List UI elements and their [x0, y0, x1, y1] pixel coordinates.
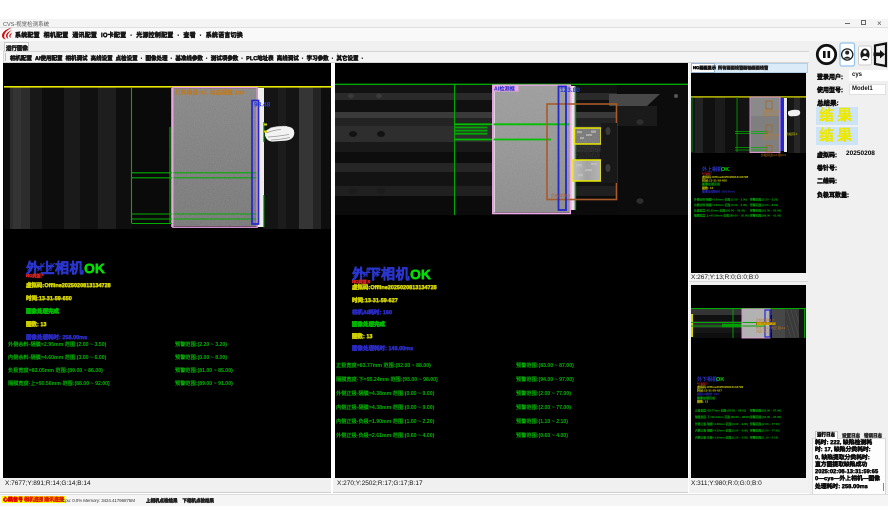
- svg-text:隔膜宽度-上=90.56mm 范围:(88.00 ~ 92.: 隔膜宽度-上=90.56mm 范围:(88.00 ~ 92.00): [694, 214, 749, 218]
- svg-text:预警范围:(83.00 ~ 87.00): 预警范围:(83.00 ~ 87.00): [750, 409, 781, 413]
- svg-text:负极耳数:2: 负极耳数:2: [551, 192, 571, 198]
- svg-text:内侧正极-隔膜=4.38mm 范围:(0.00 ~ 9.00: 内侧正极-隔膜=4.38mm 范围:(0.00 ~ 9.00): [695, 429, 748, 433]
- svg-text:预警范围:(0.00 ~ 8.00): 预警范围:(0.00 ~ 8.00): [750, 203, 778, 207]
- svg-text:负极耳宽4.0 限(3.0: 负极耳宽4.0 限(3.0: [761, 152, 787, 157]
- svg-text:限(3.0~6.0): 限(3.0~6.0): [763, 136, 778, 141]
- svg-text:AI检测框: AI检测框: [494, 85, 516, 93]
- svg-text:预警范围:(2.00 ~ 77.00): 预警范围:(2.00 ~ 77.00): [750, 422, 780, 426]
- svg-text:预警范围:(1.10 ~ 2.10): 预警范围:(1.10 ~ 2.10): [750, 435, 778, 439]
- svg-text:圈数: 13: 圈数: 13: [697, 398, 709, 403]
- svg-text:负极耳:1: 负极耳:1: [786, 131, 798, 136]
- svg-text:隔膜宽度-下=95.24mm 范围:(93.00 ~ 98.: 隔膜宽度-下=95.24mm 范围:(93.00 ~ 98.00): [695, 415, 750, 419]
- svg-text:123.80: 123.80: [560, 87, 580, 94]
- svg-text:OK: OK: [716, 377, 724, 383]
- svg-text:预警范围:(89.00 ~ 91.00): 预警范围:(89.00 ~ 91.00): [750, 214, 781, 218]
- svg-text:内正-负1.9: 内正-负1.9: [756, 329, 771, 334]
- svg-text:图像处理耗时: 258.00ms: 图像处理耗时: 258.00ms: [702, 188, 736, 193]
- svg-text:内侧余料-隔膜=4.60mm 范围:(3.00 ~ 6.00: 内侧余料-隔膜=4.60mm 范围:(3.00 ~ 6.00): [694, 203, 747, 207]
- svg-text:外侧正极-隔膜=4.38mm 范围:(0.00 ~ 9.00: 外侧正极-隔膜=4.38mm 范围:(0.00 ~ 9.00): [694, 422, 748, 426]
- svg-text:正极宽度=83.77mm 范围:(82.00 ~ 88.00: 正极宽度=83.77mm 范围:(82.00 ~ 88.00): [695, 409, 746, 413]
- svg-text:内侧正极-负极=1.90mm 范围:(1.00 ~ 2.20: 内侧正极-负极=1.90mm 范围:(1.00 ~ 2.20): [695, 435, 748, 439]
- svg-text:93.48: 93.48: [254, 102, 271, 109]
- svg-text:预警范围:(2.20 ~ 3.20): 预警范围:(2.20 ~ 3.20): [750, 198, 778, 202]
- svg-text:预警范围:(94.00 ~ 97.00): 预警范围:(94.00 ~ 97.00): [750, 415, 781, 419]
- svg-text:OK: OK: [721, 167, 729, 173]
- svg-text:预警范围:(2.00 ~ 77.00): 预警范围:(2.00 ~ 77.00): [750, 429, 780, 433]
- svg-text:限(3.0~6.0): 限(3.0~6.0): [763, 112, 778, 117]
- svg-text:灯亮阈值:93, 动态阈值:100: 灯亮阈值:93, 动态阈值:100: [175, 89, 245, 97]
- svg-text:预警范围:(81.00 ~ 85.00): 预警范围:(81.00 ~ 85.00): [750, 208, 781, 212]
- svg-text:外侧余料-隔膜=2.95mm 范围:(2.00 ~ 3.50: 外侧余料-隔膜=2.95mm 范围:(2.00 ~ 3.50): [693, 198, 747, 202]
- svg-text:负极宽度=83.05mm 范围:(80.00 ~ 86.00: 负极宽度=83.05mm 范围:(80.00 ~ 86.00): [694, 208, 745, 212]
